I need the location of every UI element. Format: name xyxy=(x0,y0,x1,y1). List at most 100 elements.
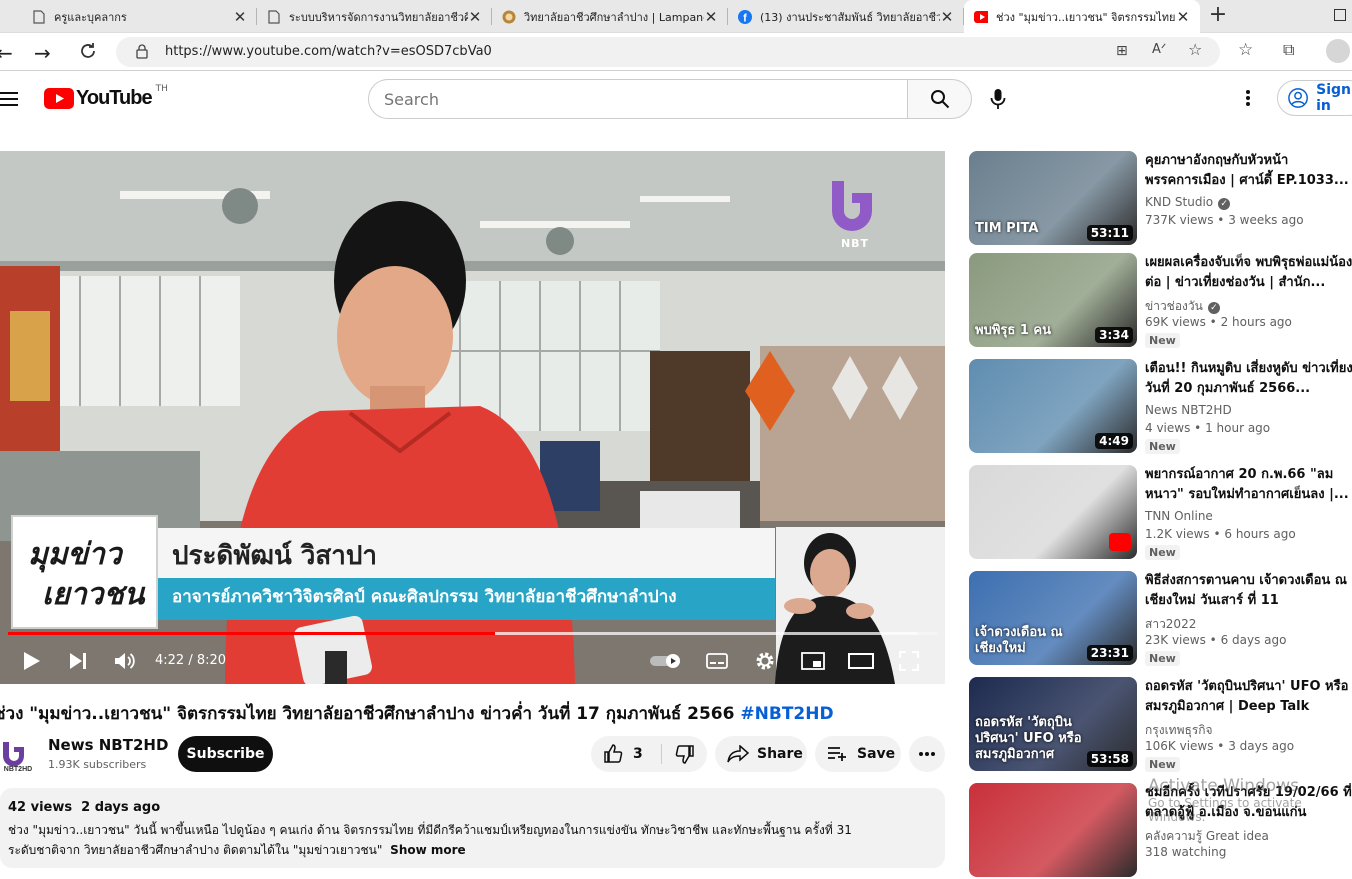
theater-mode-button[interactable] xyxy=(848,649,874,673)
favorites-icon[interactable]: ☆ xyxy=(1238,40,1253,60)
account-circle-icon xyxy=(1288,88,1308,108)
channel-name[interactable]: News NBT2HD xyxy=(48,736,168,754)
voice-search-mic-icon[interactable] xyxy=(990,88,1006,114)
duration-badge: 3:34 xyxy=(1095,327,1133,343)
url-text[interactable]: https://www.youtube.com/watch?v=esOSD7cb… xyxy=(165,44,492,59)
recommendation-title[interactable]: เผยผลเครื่องจับเท็จ พบพิรุธพ่อแม่น้องต่อ… xyxy=(1145,253,1352,293)
thumbnail-caption: พบพิรุธ 1 คน xyxy=(975,323,1051,338)
forward-arrow-icon[interactable]: → xyxy=(34,41,51,65)
close-tab-icon[interactable]: ✕ xyxy=(940,8,954,26)
close-tab-icon[interactable]: ✕ xyxy=(1176,8,1190,26)
video-thumbnail[interactable]: เจ้าดวงเดือน ณ เชียงใหม่ 23:31 xyxy=(969,571,1137,665)
duration-badge: 53:58 xyxy=(1086,751,1133,767)
speaker-role: อาจารย์ภาควิชาวิจิตรศิลป์ คณะศิลปกรรม วิ… xyxy=(172,587,677,607)
share-button[interactable]: Share xyxy=(715,736,807,772)
browser-tab[interactable]: วิทยาลัยอาชีวศึกษาลำปาง | Lampang ✕ xyxy=(492,0,728,33)
recommendation-channel[interactable]: สาว2022 xyxy=(1145,615,1196,634)
miniplayer-button[interactable] xyxy=(800,649,826,673)
volume-button[interactable] xyxy=(112,649,138,673)
app-available-icon[interactable]: ⊞ xyxy=(1116,43,1128,59)
close-tab-icon[interactable]: ✕ xyxy=(468,8,482,26)
subtitles-button[interactable] xyxy=(704,649,730,673)
play-button[interactable] xyxy=(20,649,44,673)
collections-icon[interactable]: ⧉ xyxy=(1283,40,1294,60)
profile-avatar-icon[interactable] xyxy=(1326,39,1350,63)
shorts-icon xyxy=(1109,533,1131,551)
upload-age: 6 days ago xyxy=(1220,633,1287,647)
browser-tab-active[interactable]: ช่วง "มุมข่าว..เยาวชน" จิตรกรรมไทย วิทยา… xyxy=(964,0,1200,33)
video-thumbnail[interactable]: พบพิรุธ 1 คน 3:34 xyxy=(969,253,1137,347)
recommendation-title[interactable]: ถอดรหัส 'วัตถุบินปริศนา' UFO หรือสมรภูมิ… xyxy=(1145,677,1352,717)
fullscreen-button[interactable] xyxy=(896,649,922,673)
show-more-button[interactable]: Show more xyxy=(390,843,466,857)
recommendation-card[interactable]: พยากรณ์อากาศ 20 ก.พ.66 "ลมหนาว" รอบใหม่ท… xyxy=(969,465,1352,561)
recommendation-title[interactable]: ชมอีกครั้ง เวทีปราศรัย 19/02/66 ที่ตลาดอ… xyxy=(1145,783,1352,823)
recommendation-channel[interactable]: ข่าวช่องวัน ✓ xyxy=(1145,297,1220,316)
video-thumbnail[interactable] xyxy=(969,783,1137,877)
autoplay-toggle[interactable] xyxy=(648,649,684,673)
recommendation-channel[interactable]: News NBT2HD xyxy=(1145,403,1232,417)
description-box[interactable]: 42 views 2 days ago ช่วง "มุมข่าว..เยาวช… xyxy=(0,788,945,868)
recommendation-channel[interactable]: คลังความรู้ Great idea xyxy=(1145,827,1269,846)
recommendation-card[interactable]: 4:49 เตือน!! กินหมูดิบ เสี่ยงหูดับ ข่าวเท… xyxy=(969,359,1352,455)
youtube-logo[interactable]: YouTube TH xyxy=(44,84,168,110)
upload-age: 3 weeks ago xyxy=(1228,213,1304,227)
dislike-button[interactable] xyxy=(662,736,707,772)
college-logo-icon xyxy=(502,10,516,24)
video-thumbnail[interactable]: ถอดรหัส 'วัตถุบินปริศนา' UFO หรือ สมรภูม… xyxy=(969,677,1137,771)
hashtag-link[interactable]: #NBT2HD xyxy=(740,704,833,724)
recommendation-channel[interactable]: KND Studio ✓ xyxy=(1145,195,1231,210)
recommendation-card[interactable]: ถอดรหัส 'วัตถุบินปริศนา' UFO หรือ สมรภูม… xyxy=(969,677,1352,773)
upload-age: 1 hour ago xyxy=(1205,421,1271,435)
browser-tab[interactable]: f (13) งานประชาสัมพันธ์ วิทยาลัยอาชีวศึก… xyxy=(728,0,964,33)
thumbs-up-icon xyxy=(604,744,623,763)
browser-tab[interactable]: ระบบบริหารจัดการงานวิทยาลัยอาชีวศึกษาลำป… xyxy=(257,0,492,33)
news-segment-badge: มุมข่าว เยาวชน xyxy=(28,535,146,615)
view-count: 69K views xyxy=(1145,315,1206,329)
like-button[interactable]: 3 xyxy=(591,736,661,772)
close-tab-icon[interactable]: ✕ xyxy=(233,8,247,26)
badge-line-2: เยาวชน xyxy=(42,577,145,612)
recommendation-card[interactable]: ชมอีกครั้ง เวทีปราศรัย 19/02/66 ที่ตลาดอ… xyxy=(969,783,1352,879)
new-badge: New xyxy=(1145,439,1180,454)
menu-hamburger-icon[interactable] xyxy=(0,91,18,110)
browser-tab[interactable]: ครูและบุคลากร ✕ xyxy=(22,0,257,33)
restore-window-icon[interactable] xyxy=(1334,9,1346,21)
new-badge: New xyxy=(1145,757,1180,772)
subscribe-button[interactable]: Subscribe xyxy=(178,736,273,772)
add-favorite-icon[interactable]: ☆ xyxy=(1188,40,1202,59)
recommendation-card[interactable]: TIM PITA 53:11 คุยภาษาอังกฤษกับหัวหน้าพรรค… xyxy=(969,151,1352,247)
refresh-icon[interactable] xyxy=(78,41,98,65)
progress-track[interactable] xyxy=(8,632,937,635)
next-video-button[interactable] xyxy=(66,649,90,673)
verified-check-icon: ✓ xyxy=(1218,198,1231,210)
video-thumbnail[interactable] xyxy=(969,465,1137,559)
save-button[interactable]: Save xyxy=(815,736,901,772)
tab-title: (13) งานประชาสัมพันธ์ วิทยาลัยอาชีวศึกษา… xyxy=(760,10,940,24)
sign-in-button[interactable]: Sign in xyxy=(1277,80,1352,116)
new-tab-plus-icon[interactable]: + xyxy=(1206,4,1230,28)
recommendation-title[interactable]: พยากรณ์อากาศ 20 ก.พ.66 "ลมหนาว" รอบใหม่ท… xyxy=(1145,465,1352,505)
thumbnail-background xyxy=(969,783,1137,877)
recommendation-card[interactable]: พบพิรุธ 1 คน 3:34 เผยผลเครื่องจับเท็จ พบพิ… xyxy=(969,253,1352,349)
search-input[interactable]: Search xyxy=(368,79,908,119)
more-actions-button[interactable] xyxy=(909,736,945,772)
recommendation-channel[interactable]: TNN Online xyxy=(1145,509,1213,523)
read-aloud-icon[interactable]: Aᐟ xyxy=(1152,42,1166,57)
video-thumbnail[interactable]: 4:49 xyxy=(969,359,1137,453)
recommendation-title[interactable]: คุยภาษาอังกฤษกับหัวหน้าพรรคการเมือง | ศา… xyxy=(1145,151,1352,191)
recommendation-title[interactable]: เตือน!! กินหมูดิบ เสี่ยงหูดับ ข่าวเที่ยง… xyxy=(1145,359,1352,399)
back-arrow-icon[interactable]: ← xyxy=(0,41,13,65)
miniplayer-icon xyxy=(801,652,825,670)
close-tab-icon[interactable]: ✕ xyxy=(704,8,718,26)
video-player[interactable]: มุมข่าว เยาวชน ประดิพัฒน์ วิสาปา อาจารย์… xyxy=(0,151,945,684)
recommendation-title[interactable]: พิธีส่งสการตานคาบ เจ้าดวงเดือน ณ เชียงให… xyxy=(1145,571,1352,611)
channel-avatar[interactable]: NBT2HD xyxy=(0,738,36,774)
url-box[interactable]: https://www.youtube.com/watch?v=esOSD7cb… xyxy=(116,37,1220,67)
recommendation-channel[interactable]: กรุงเทพธุรกิจ xyxy=(1145,721,1213,740)
recommendation-card[interactable]: เจ้าดวงเดือน ณ เชียงใหม่ 23:31 พิธีส่งสการ… xyxy=(969,571,1352,667)
video-thumbnail[interactable]: TIM PITA 53:11 xyxy=(969,151,1137,245)
search-button[interactable] xyxy=(908,79,972,119)
settings-button[interactable] xyxy=(752,649,778,673)
more-options-vertical-icon[interactable] xyxy=(1246,90,1250,110)
